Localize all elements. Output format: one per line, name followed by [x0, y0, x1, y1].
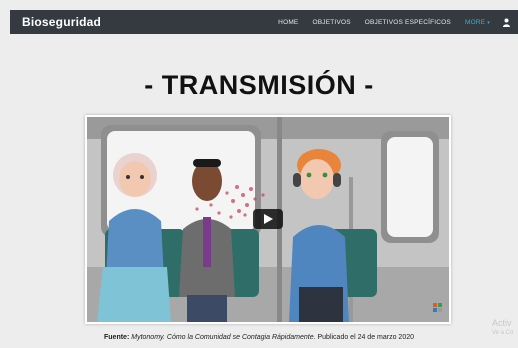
nav-item-home[interactable]: HOME — [278, 19, 298, 26]
nav-item-objetivos[interactable]: OBJETIVOS — [312, 19, 350, 26]
nav-item-objetivos-especificos[interactable]: OBJETIVOS ESPECÍFICOS — [365, 19, 451, 26]
navbar: Bioseguridad HOME OBJETIVOS OBJETIVOS ES… — [10, 10, 518, 34]
page-title: - TRANSMISIÓN - — [144, 70, 374, 100]
video-player[interactable] — [85, 115, 451, 324]
chevron-down-icon: ▾ — [487, 19, 490, 26]
user-icon[interactable] — [502, 17, 510, 27]
video-caption: Fuente: Mytonomy. Cómo la Comunidad se C… — [0, 334, 518, 341]
nav-item-more[interactable]: MORE ▾ — [465, 19, 490, 26]
caption-label: Fuente: — [104, 334, 130, 341]
activation-watermark: Activ Ve a Co — [492, 318, 513, 338]
video-frame-illustration — [87, 117, 449, 322]
watermark-line1: Activ — [492, 318, 512, 328]
nav-item-more-label: MORE — [464, 18, 486, 26]
caption-date: . Publicado el 24 de marzo 2020 — [313, 334, 414, 341]
nav-menu: HOME OBJETIVOS OBJETIVOS ESPECÍFICOS MOR… — [264, 17, 510, 27]
caption-source: Mytonomy. Cómo la Comunidad se Contagia … — [131, 334, 314, 341]
brand-logo[interactable]: Bioseguridad — [22, 15, 101, 29]
watermark-line2: Ve a Co — [492, 330, 514, 336]
play-icon[interactable] — [253, 209, 283, 229]
